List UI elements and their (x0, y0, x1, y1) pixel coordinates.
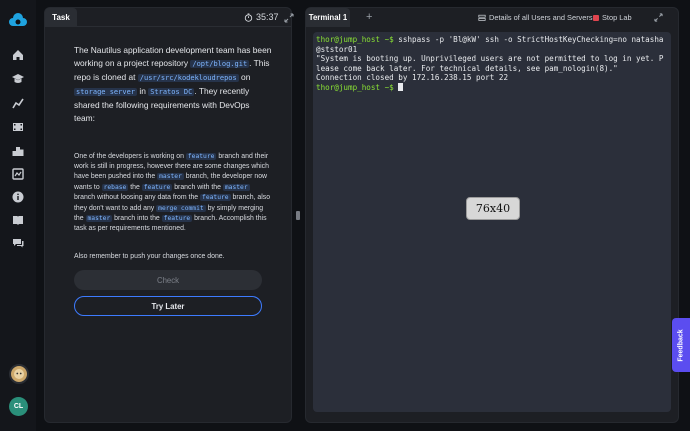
datacenter-code: Stratos DC (148, 88, 195, 97)
tab-task[interactable]: Task (45, 8, 77, 27)
stopwatch-icon (244, 12, 253, 22)
mascot-avatar-icon[interactable] (9, 364, 29, 384)
terminal-screen[interactable]: thor@jump_host ~$ sshpass -p 'Bl@kW' ssh… (313, 32, 671, 412)
film-icon[interactable] (9, 118, 27, 136)
details-link[interactable]: Details of all Users and Servers (478, 13, 593, 22)
cloud-logo-icon[interactable] (8, 11, 28, 31)
stop-lab-label: Stop Lab (602, 13, 632, 22)
details-text: branch into the (112, 215, 162, 222)
expand-icon[interactable] (284, 13, 294, 23)
graduation-cap-icon[interactable] (9, 70, 27, 88)
branch-code: master (157, 173, 184, 181)
clone-path-code: /usr/src/kodekloudrepos (137, 74, 239, 83)
podium-icon[interactable] (9, 142, 27, 160)
task-description: The Nautilus application development tea… (74, 44, 272, 262)
merge-commit-code: merge commit (156, 204, 206, 212)
check-button[interactable]: Check (74, 270, 262, 290)
branch-code: feature (200, 194, 231, 202)
expand-icon[interactable] (654, 13, 663, 22)
branch-code: feature (161, 215, 193, 222)
task-intro: The Nautilus application development tea… (74, 44, 272, 126)
try-later-button[interactable]: Try Later (74, 296, 262, 316)
details-text: the (128, 183, 142, 191)
terminal-panel: Terminal 1 + Details of all Users and Se… (305, 7, 679, 423)
left-rail: CL (0, 0, 36, 431)
stop-lab-button[interactable]: Stop Lab (593, 13, 632, 22)
terminal-output: "System is booting up. Unprivileged user… (316, 54, 664, 73)
command-code: rebase (101, 183, 129, 191)
task-header: Task 35:37 (45, 8, 294, 27)
terminal-prompt: thor@jump_host ~$ (316, 35, 394, 44)
branch-code: master (222, 183, 250, 191)
details-text: One of the developers is working on (74, 152, 186, 160)
chart-line-icon[interactable] (9, 94, 27, 112)
intro-text: on (238, 72, 251, 83)
intro-text: in (137, 86, 149, 97)
tab-terminal-1[interactable]: Terminal 1 (306, 8, 350, 27)
home-icon[interactable] (9, 46, 27, 64)
branch-code: master (85, 215, 113, 222)
details-text: branch without loosing any data from the (74, 194, 201, 202)
terminal-output: Connection closed by 172.16.238.15 port … (316, 73, 509, 82)
server-code: storage server (74, 88, 138, 97)
terminal-size-badge: 76x40 (466, 197, 520, 220)
timer-value: 35:37 (256, 12, 279, 22)
task-reminder: Also remember to push your changes once … (74, 252, 225, 260)
branch-code: feature (185, 152, 217, 160)
add-tab-button[interactable]: + (366, 11, 372, 23)
terminal-cursor (398, 82, 404, 91)
panel-resize-handle[interactable] (296, 211, 300, 220)
book-icon[interactable] (9, 211, 27, 229)
server-list-icon (478, 14, 486, 21)
feedback-label: Feedback (677, 328, 685, 362)
stop-icon (593, 14, 599, 21)
task-panel: Task 35:37 The Nautilus application deve… (44, 7, 294, 423)
terminal-header: Terminal 1 + Details of all Users and Se… (306, 8, 678, 27)
feedback-button[interactable]: Feedback (672, 318, 690, 372)
dashboard-icon[interactable] (9, 165, 27, 183)
details-link-label: Details of all Users and Servers (489, 13, 593, 22)
details-text: branch with the (172, 183, 223, 191)
branch-code: feature (141, 183, 173, 191)
chat-icon[interactable] (9, 234, 27, 252)
repo-path-code: /opt/blog.git (190, 60, 250, 69)
task-details: One of the developers is working on feat… (74, 152, 272, 235)
terminal-prompt: thor@jump_host ~$ (316, 82, 394, 92)
info-icon[interactable] (9, 188, 27, 206)
timer: 35:37 (244, 12, 279, 22)
user-avatar[interactable]: CL (9, 397, 28, 416)
